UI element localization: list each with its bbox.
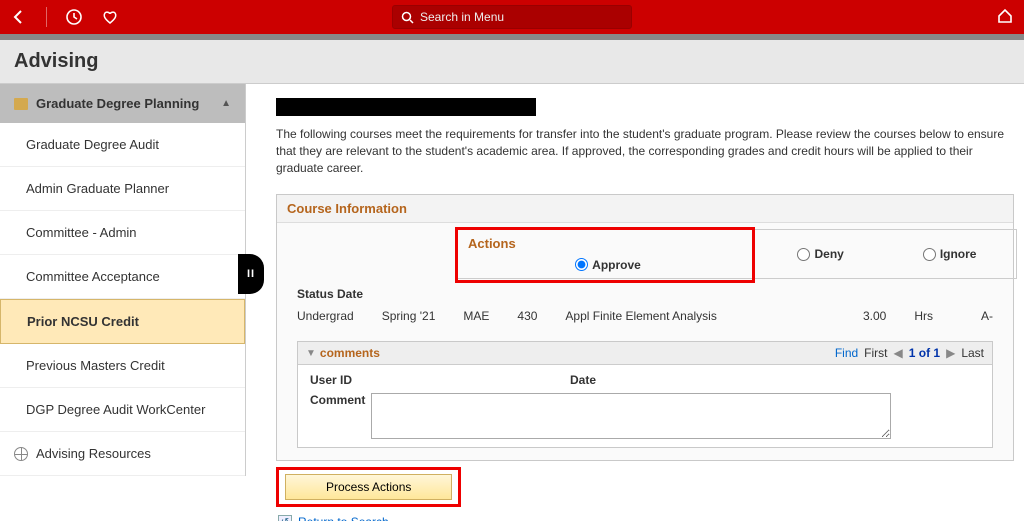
find-link[interactable]: Find	[835, 346, 858, 360]
sidebar-section-label: Graduate Degree Planning	[36, 96, 199, 111]
radio-approve-input[interactable]	[575, 258, 588, 271]
comment-textarea[interactable]	[371, 393, 891, 439]
sidebar-item-previous-masters-credit[interactable]: Previous Masters Credit	[0, 344, 245, 388]
course-title: Appl Finite Element Analysis	[565, 309, 835, 323]
radio-deny-input[interactable]	[797, 248, 810, 261]
return-search-icon: ↺	[278, 515, 292, 521]
actions-label: Actions	[458, 230, 758, 251]
course-term: Spring '21	[382, 309, 436, 323]
menu-search[interactable]	[392, 5, 632, 29]
course-info-header: Course Information	[277, 195, 1013, 223]
folder-icon	[14, 98, 28, 110]
header-left-icons	[10, 7, 119, 27]
collapse-icon[interactable]: ▼	[306, 348, 316, 359]
next-page-icon[interactable]: ▶	[946, 346, 955, 360]
highlight-process: Process Actions	[276, 467, 461, 507]
sidebar-collapse-handle[interactable]: II	[238, 254, 264, 294]
userid-column-label: User ID	[310, 373, 570, 387]
header-divider	[46, 7, 47, 27]
home-icon[interactable]	[996, 7, 1014, 25]
page-title: Advising	[0, 40, 1024, 84]
sidebar-item-dgp-workcenter[interactable]: DGP Degree Audit WorkCenter	[0, 388, 245, 432]
search-icon	[401, 11, 414, 24]
sidebar: Graduate Degree Planning ▲ Graduate Degr…	[0, 84, 246, 476]
comments-body: User ID Date Comment	[298, 365, 992, 447]
actions-other-group: Deny Ignore	[758, 230, 1016, 278]
content-area: The following courses meet the requireme…	[246, 84, 1024, 521]
sidebar-item-advising-resources[interactable]: Advising Resources	[0, 432, 245, 476]
course-information-panel: Course Information Actions Approve	[276, 194, 1014, 461]
course-row: Undergrad Spring '21 MAE 430 Appl Finite…	[277, 305, 1013, 335]
sidebar-item-degree-audit[interactable]: Graduate Degree Audit	[0, 123, 245, 167]
process-actions-button[interactable]: Process Actions	[285, 474, 452, 500]
sidebar-item-committee-acceptance[interactable]: Committee Acceptance	[0, 255, 245, 299]
radio-ignore-label: Ignore	[940, 247, 977, 261]
comments-title: comments	[320, 346, 380, 360]
sidebar-wrap: Graduate Degree Planning ▲ Graduate Degr…	[0, 84, 246, 521]
sidebar-item-committee-admin[interactable]: Committee - Admin	[0, 211, 245, 255]
radio-ignore-input[interactable]	[923, 248, 936, 261]
comments-panel: ▼ comments Find First ◀ 1 of 1 ▶ Last Us…	[297, 341, 993, 448]
return-label: Return to Search	[298, 515, 389, 521]
status-date-label: Status Date	[277, 279, 1013, 305]
back-icon[interactable]	[10, 8, 28, 26]
comment-label: Comment	[310, 393, 365, 407]
course-level: Undergrad	[297, 309, 354, 323]
radio-approve[interactable]: Approve	[575, 258, 641, 272]
course-units-label: Hrs	[914, 309, 933, 323]
main-layout: Graduate Degree Planning ▲ Graduate Degr…	[0, 84, 1024, 521]
first-label: First	[864, 346, 887, 360]
radio-ignore[interactable]: Ignore	[923, 247, 977, 261]
radio-deny[interactable]: Deny	[797, 247, 843, 261]
last-label: Last	[961, 346, 984, 360]
course-subject: MAE	[463, 309, 489, 323]
comments-column-labels: User ID Date	[310, 373, 980, 387]
sidebar-item-prior-ncsu-credit[interactable]: Prior NCSU Credit	[0, 299, 245, 344]
actions-approve-group: Actions Approve	[458, 230, 758, 278]
sidebar-item-admin-planner[interactable]: Admin Graduate Planner	[0, 167, 245, 211]
sidebar-section-header[interactable]: Graduate Degree Planning ▲	[0, 84, 245, 123]
chevron-up-icon: ▲	[221, 98, 231, 109]
favorite-icon[interactable]	[101, 8, 119, 26]
actions-row: Actions Approve Deny I	[457, 229, 1017, 279]
comments-nav: Find First ◀ 1 of 1 ▶ Last	[835, 346, 984, 360]
radio-deny-label: Deny	[814, 247, 843, 261]
history-icon[interactable]	[65, 8, 83, 26]
comments-header: ▼ comments Find First ◀ 1 of 1 ▶ Last	[298, 342, 992, 365]
header-right-icons	[996, 7, 1014, 28]
sidebar-item-label: Advising Resources	[36, 446, 151, 461]
course-credits: 3.00	[863, 309, 886, 323]
course-grade: A-	[981, 309, 993, 323]
comment-row: Comment	[310, 393, 980, 439]
course-number: 430	[517, 309, 537, 323]
return-to-search-link[interactable]: ↺ Return to Search	[278, 515, 1014, 521]
prev-page-icon[interactable]: ◀	[894, 346, 903, 360]
intro-text: The following courses meet the requireme…	[276, 126, 1014, 176]
search-input[interactable]	[420, 10, 623, 24]
globe-icon	[14, 447, 28, 461]
redacted-student-name	[276, 98, 536, 116]
radio-approve-label: Approve	[592, 258, 641, 272]
global-header	[0, 0, 1024, 34]
date-column-label: Date	[570, 373, 596, 387]
pager-text: 1 of 1	[909, 346, 940, 360]
